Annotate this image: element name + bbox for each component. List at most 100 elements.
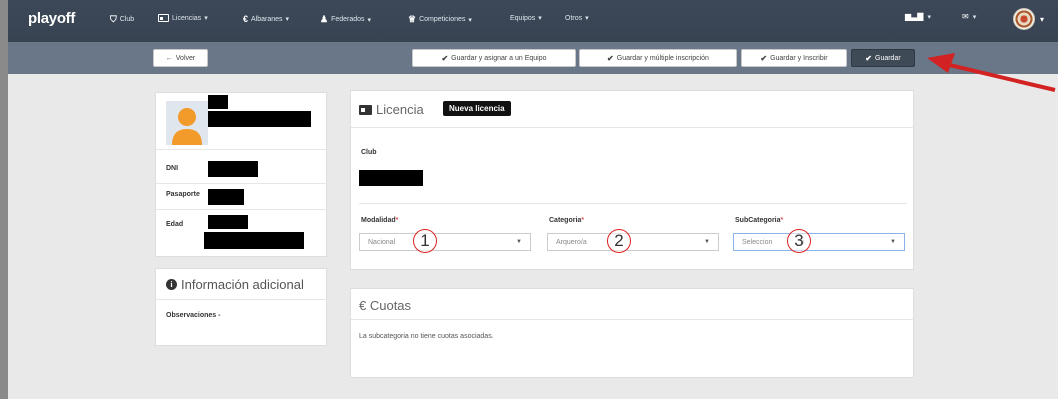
modalidad-select[interactable]: Nacional ▼ bbox=[359, 233, 531, 251]
nav-equipos[interactable]: Equipos ▾ bbox=[510, 14, 542, 23]
observaciones-toggle[interactable]: Observaciones - bbox=[166, 312, 220, 319]
nav-otros[interactable]: Otros ▾ bbox=[565, 14, 589, 23]
chevron-down-icon: ▾ bbox=[204, 15, 208, 22]
chevron-down-icon: ▼ bbox=[704, 239, 710, 245]
modalidad-select-value: Nacional bbox=[368, 238, 396, 246]
additional-info-title-text: Información adicional bbox=[181, 277, 304, 292]
edad-label: Edad bbox=[166, 221, 184, 228]
redacted-passport bbox=[208, 189, 244, 205]
subcategoria-label-text: SubCategoria bbox=[735, 217, 781, 224]
nav-licencias-label: Licencias bbox=[172, 14, 202, 22]
categoria-label-text: Categoria bbox=[549, 217, 582, 224]
user-avatar[interactable] bbox=[1013, 8, 1035, 30]
stats-menu[interactable]: ▆▃▇ ▾ bbox=[905, 12, 931, 21]
chevron-down-icon: ▾ bbox=[285, 16, 290, 23]
nav-club-label: Club bbox=[119, 16, 135, 23]
chevron-down-icon: ▼ bbox=[890, 239, 896, 245]
club-label: Club bbox=[361, 149, 377, 156]
profile-card: DNI Pasaporte Edad bbox=[155, 92, 328, 257]
cuotas-title-text: Cuotas bbox=[369, 298, 412, 313]
top-navbar: playoff ⛉ Club Licencias ▾ € Albaranes ▾… bbox=[0, 0, 1058, 42]
redacted-club bbox=[359, 170, 423, 186]
save-assign-team-button[interactable]: ✔ Guardar y asignar a un Equipo bbox=[412, 49, 576, 67]
chevron-down-icon: ▾ bbox=[972, 13, 977, 21]
redacted-birthdate bbox=[204, 232, 304, 249]
additional-info-card: i Información adicional Observaciones - bbox=[155, 268, 328, 346]
divider bbox=[156, 183, 328, 184]
redacted-dni bbox=[208, 161, 258, 177]
cuotas-empty-message: La subcategoria no tiene cuotas asociada… bbox=[359, 333, 494, 340]
id-card-icon bbox=[158, 14, 169, 22]
chevron-down-icon: ▾ bbox=[538, 15, 542, 22]
trophy-icon: ♕ bbox=[408, 14, 417, 24]
subcategoria-select-value-head: Seleccion bbox=[742, 238, 773, 246]
back-button-label: Volver bbox=[175, 54, 196, 62]
save-multiple-button[interactable]: ✔ Guardar y múltiple inscripción bbox=[579, 49, 737, 67]
licencia-title-text: Licencia bbox=[376, 102, 424, 117]
save-multiple-label: Guardar y múltiple inscripción bbox=[616, 54, 709, 62]
licencia-title: Licencia bbox=[359, 102, 424, 117]
cuotas-card: € Cuotas La subcategoria no tiene cuotas… bbox=[350, 288, 915, 378]
divider bbox=[351, 319, 915, 320]
annotation-circle-3: 3 bbox=[787, 229, 811, 253]
nav-albaranes[interactable]: € Albaranes ▾ bbox=[243, 14, 289, 24]
messages-menu[interactable]: ✉ ▾ bbox=[962, 12, 976, 21]
brand-logo[interactable]: playoff bbox=[28, 10, 75, 27]
pasaporte-label: Pasaporte bbox=[166, 191, 200, 198]
save-enroll-label: Guardar y Inscribir bbox=[770, 54, 828, 62]
bar-chart-icon: ▆▃▇ bbox=[905, 12, 924, 21]
nav-equipos-label: Equipos bbox=[510, 14, 536, 22]
annotation-circle-2: 2 bbox=[607, 229, 631, 253]
nav-licencias[interactable]: Licencias ▾ bbox=[158, 14, 208, 22]
nav-competiciones-label: Competiciones bbox=[419, 16, 466, 23]
licencia-card: Licencia Nueva licencia Club Modalidad* … bbox=[350, 90, 915, 270]
check-icon: ✔ bbox=[607, 53, 614, 63]
nav-albaranes-label: Albaranes bbox=[251, 15, 283, 23]
cuotas-title: € Cuotas bbox=[359, 298, 411, 313]
divider bbox=[156, 149, 328, 150]
divider bbox=[351, 127, 915, 128]
profile-photo bbox=[166, 101, 208, 145]
categoria-label: Categoria* bbox=[549, 217, 584, 224]
subcategoria-label: SubCategoria* bbox=[735, 217, 783, 224]
shield-icon: ⛉ bbox=[110, 14, 117, 24]
envelope-icon: ✉ bbox=[962, 12, 969, 21]
redacted-age bbox=[208, 215, 248, 229]
arrow-left-icon: ← bbox=[165, 54, 173, 62]
required-mark: * bbox=[780, 217, 784, 224]
id-card-icon bbox=[359, 104, 372, 115]
required-mark: * bbox=[581, 217, 585, 224]
modalidad-label-text: Modalidad bbox=[361, 217, 396, 224]
chevron-down-icon: ▾ bbox=[927, 13, 931, 21]
modalidad-label: Modalidad* bbox=[361, 217, 398, 224]
chevron-down-icon: ▾ bbox=[367, 16, 372, 24]
annotation-arrow-icon bbox=[927, 53, 1056, 92]
user-icon: ♟ bbox=[320, 14, 329, 24]
nav-competiciones[interactable]: ♕ Competiciones ▾ bbox=[408, 14, 472, 25]
annotation-circle-1: 1 bbox=[413, 229, 437, 253]
back-button[interactable]: ← Volver bbox=[153, 49, 208, 67]
save-button[interactable]: ✔ Guardar bbox=[851, 49, 915, 67]
save-enroll-button[interactable]: ✔ Guardar y Inscribir bbox=[741, 49, 847, 67]
avatar-chevron-down-icon[interactable]: ▾ bbox=[1040, 15, 1044, 24]
redacted-surname bbox=[208, 111, 311, 127]
additional-info-title: i Información adicional bbox=[166, 277, 304, 292]
check-icon: ✔ bbox=[760, 53, 768, 63]
chevron-down-icon: ▾ bbox=[585, 15, 589, 22]
save-assign-team-label: Guardar y asignar a un Equipo bbox=[451, 54, 547, 62]
euro-icon: € bbox=[243, 14, 249, 24]
nav-federados[interactable]: ♟ Federados ▾ bbox=[320, 14, 371, 25]
categoria-select[interactable]: Arquero/a ▼ bbox=[547, 233, 719, 251]
person-silhouette-icon bbox=[172, 108, 202, 145]
divider bbox=[156, 209, 328, 210]
chevron-down-icon: ▾ bbox=[468, 16, 472, 24]
check-icon: ✔ bbox=[441, 53, 449, 63]
required-mark: * bbox=[395, 217, 399, 224]
nav-club[interactable]: ⛉ Club bbox=[110, 14, 134, 25]
divider bbox=[156, 299, 328, 300]
subcategoria-select[interactable]: Seleccionn ▼ bbox=[733, 233, 905, 251]
check-icon: ✔ bbox=[865, 53, 872, 63]
categoria-select-value: Arquero/a bbox=[556, 238, 587, 246]
nav-otros-label: Otros bbox=[565, 14, 583, 22]
chevron-down-icon: ▼ bbox=[516, 239, 522, 245]
